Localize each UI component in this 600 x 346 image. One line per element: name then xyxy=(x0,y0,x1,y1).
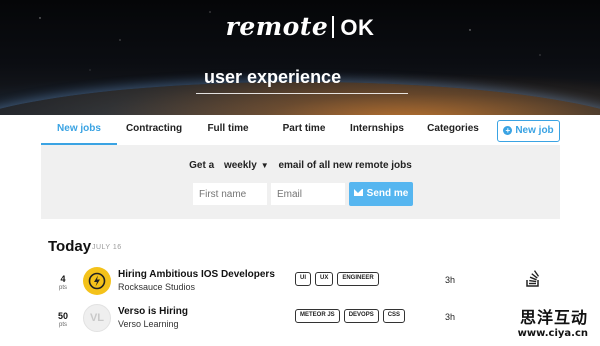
subscribe-sentence: Get a weekly ▼ email of all new remote jo… xyxy=(41,160,560,171)
subscribe-suffix: email of all new remote jobs xyxy=(278,160,412,171)
points-value: 4 xyxy=(60,274,66,284)
new-job-button[interactable]: + New job xyxy=(497,120,560,142)
search-box xyxy=(196,62,408,94)
send-me-label: Send me xyxy=(366,188,409,199)
tag[interactable]: METEOR JS xyxy=(295,309,340,323)
subscribe-prefix: Get a xyxy=(189,160,215,171)
points-label: pts xyxy=(58,285,67,291)
logo-remote-text: remote xyxy=(225,12,329,41)
points: 50 pts xyxy=(46,311,80,328)
chevron-down-icon: ▼ xyxy=(260,161,269,170)
day-date: JULY 16 xyxy=(92,244,122,251)
frequency-select[interactable]: weekly ▼ xyxy=(220,160,272,171)
tag[interactable]: UI xyxy=(295,272,311,286)
subscribe-panel: Get a weekly ▼ email of all new remote jo… xyxy=(41,145,560,219)
envelope-icon xyxy=(353,189,363,196)
send-me-button[interactable]: Send me xyxy=(349,182,413,206)
posted-age: 3h xyxy=(445,312,456,322)
tab-new-jobs[interactable]: New jobs xyxy=(41,115,117,145)
watermark-cn: 思洋互动 xyxy=(519,308,588,327)
job-row[interactable]: 50 pts VL Verso is Hiring Verso Learning… xyxy=(40,303,560,337)
job-tags: UI UX ENGINEER xyxy=(295,272,379,286)
tab-contracting[interactable]: Contracting xyxy=(120,115,188,145)
logo-ok-text: OK xyxy=(340,15,375,40)
search-input[interactable] xyxy=(196,62,408,92)
job-row[interactable]: 4 pts Hiring Ambitious IOS Developers Ro… xyxy=(40,266,560,300)
job-title[interactable]: Verso is Hiring xyxy=(118,306,188,317)
site-logo[interactable]: remote OK xyxy=(0,12,600,42)
tag[interactable]: CSS xyxy=(382,309,406,323)
job-type-tabs: New jobs Contracting Full time Part time… xyxy=(0,115,600,145)
points: 4 pts xyxy=(46,274,80,291)
company-name[interactable]: Rocksauce Studios xyxy=(118,282,195,292)
email-field[interactable] xyxy=(271,183,345,205)
points-label: pts xyxy=(58,322,67,328)
plus-icon: + xyxy=(503,126,513,135)
watermark-url: www.ciya.cn xyxy=(517,328,588,339)
tab-categories[interactable]: Categories xyxy=(422,115,484,145)
tag[interactable]: DEVOPS xyxy=(343,309,379,323)
new-job-label: New job xyxy=(515,125,554,136)
job-title[interactable]: Hiring Ambitious IOS Developers xyxy=(118,269,275,280)
posted-age: 3h xyxy=(445,275,456,285)
stack-overflow-icon[interactable] xyxy=(525,270,541,288)
logo-divider xyxy=(332,16,335,38)
first-name-field[interactable] xyxy=(193,183,267,205)
tag[interactable]: UX xyxy=(315,272,334,286)
frequency-value: weekly xyxy=(223,160,257,171)
job-tags: METEOR JS DEVOPS CSS xyxy=(295,309,406,323)
company-avatar: VL xyxy=(83,304,111,332)
tag[interactable]: ENGINEER xyxy=(337,272,379,286)
tab-part-time[interactable]: Part time xyxy=(274,115,334,145)
company-avatar xyxy=(83,267,111,295)
tab-internships[interactable]: Internships xyxy=(346,115,408,145)
hero-banner: remote OK xyxy=(0,0,600,115)
watermark: 思洋互动 www.ciya.cn xyxy=(518,304,588,339)
lightning-icon xyxy=(88,272,106,290)
day-heading: Today xyxy=(48,238,92,255)
company-name[interactable]: Verso Learning xyxy=(118,319,179,329)
points-value: 50 xyxy=(57,311,68,321)
tab-full-time[interactable]: Full time xyxy=(198,115,258,145)
